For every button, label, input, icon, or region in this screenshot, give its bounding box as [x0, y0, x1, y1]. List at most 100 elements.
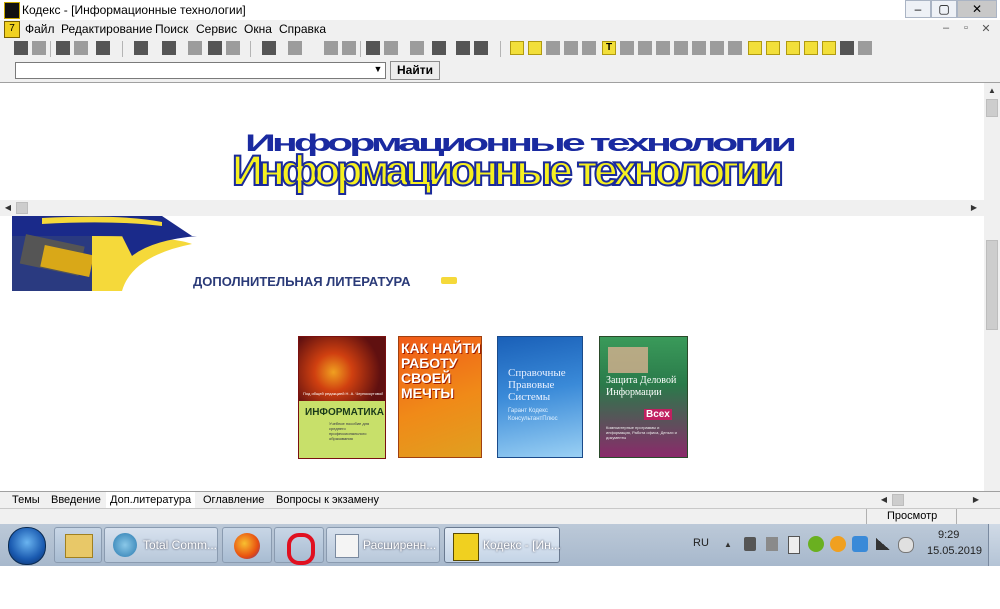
scroll-left-icon[interactable]: ◀: [0, 200, 16, 216]
toolbar-separator: [360, 41, 361, 57]
status-divider: [956, 509, 957, 525]
tabs-horizontal-scrollbar[interactable]: ◀ ▶: [876, 492, 1000, 508]
taskbar-firefox[interactable]: [222, 527, 272, 563]
tray-app-icon[interactable]: [852, 536, 868, 552]
mdi-close-button[interactable]: ✕: [976, 22, 996, 36]
window-title: Кодекс - [Информационные технологии]: [22, 3, 246, 17]
tab-exam-questions[interactable]: Вопросы к экзамену: [272, 492, 383, 508]
folder-icon[interactable]: [384, 41, 398, 55]
tab-topics[interactable]: Темы: [8, 492, 44, 508]
show-desktop-button[interactable]: [988, 524, 1000, 566]
chevron-down-icon[interactable]: ▼: [371, 62, 385, 77]
zoom-icon[interactable]: [226, 41, 240, 55]
next-icon[interactable]: [342, 41, 356, 55]
tab-introduction[interactable]: Введение: [47, 492, 105, 508]
disabled-icon: [656, 41, 670, 55]
taskbar: Total Comm... Расширенн... Кодекс - [Ин.…: [0, 524, 1000, 566]
taskbar-total-commander[interactable]: Total Comm...: [104, 527, 218, 563]
list-icon[interactable]: [456, 41, 470, 55]
clipboard-icon[interactable]: [786, 41, 800, 55]
signal-icon[interactable]: [876, 538, 890, 550]
scroll-thumb[interactable]: [16, 202, 28, 214]
find-icon[interactable]: [134, 41, 148, 55]
maximize-button[interactable]: ▢: [931, 0, 957, 18]
menu-edit[interactable]: Редактирование: [61, 22, 152, 36]
prev-icon[interactable]: [324, 41, 338, 55]
kodeks-icon: [453, 533, 479, 561]
documents-icon[interactable]: [366, 41, 380, 55]
taskbar-kodeks[interactable]: Кодекс - [Ин...: [444, 527, 561, 563]
speaker-icon[interactable]: [744, 537, 756, 551]
mdi-minimize-button[interactable]: –: [936, 22, 956, 36]
tab-additional-literature[interactable]: Доп.литература: [106, 492, 196, 508]
taskbar-explorer[interactable]: [54, 527, 102, 563]
header-vertical-scrollbar[interactable]: ▲: [984, 83, 1000, 200]
scroll-right-icon[interactable]: ▶: [966, 200, 982, 216]
save-icon[interactable]: [14, 41, 28, 55]
note-icon[interactable]: [766, 41, 780, 55]
menu-search[interactable]: Поиск: [155, 22, 188, 36]
print-icon[interactable]: [56, 41, 70, 55]
pen-icon[interactable]: [858, 41, 872, 55]
network-icon[interactable]: [898, 537, 914, 553]
magnifier-icon[interactable]: [208, 41, 222, 55]
close-button[interactable]: ✕: [957, 0, 997, 18]
tab-contents[interactable]: Оглавление: [199, 492, 268, 508]
book-subtitle: Гарант Кодекс КонсультантПлюс: [508, 408, 558, 422]
taskbar-advanced[interactable]: Расширенн...: [326, 527, 440, 563]
menu-file[interactable]: Файл: [25, 22, 55, 36]
book-cover-legal-systems[interactable]: Справочные Правовые Системы Гарант Кодек…: [497, 336, 583, 458]
battery-icon[interactable]: [788, 536, 800, 554]
content-vertical-scrollbar[interactable]: [984, 216, 1000, 491]
forward-icon[interactable]: [288, 41, 302, 55]
taskbar-opera[interactable]: [274, 527, 324, 565]
clock-date[interactable]: 15.05.2019: [927, 545, 982, 557]
copy-icon[interactable]: [32, 41, 46, 55]
mdi-restore-button[interactable]: ▫: [956, 22, 976, 36]
minimize-button[interactable]: –: [905, 0, 931, 18]
status-mode: Просмотр: [887, 510, 938, 522]
book-cover-security[interactable]: Защита Деловой Информации Всех Компьютер…: [599, 336, 688, 458]
language-indicator[interactable]: RU: [693, 537, 709, 549]
scroll-thumb[interactable]: [986, 99, 998, 117]
disabled-icon: [564, 41, 578, 55]
menu-service[interactable]: Сервис: [196, 22, 237, 36]
window-icon[interactable]: [432, 41, 446, 55]
book-cover-informatika[interactable]: Под общей редакцией Н. А. Черноскутовой …: [298, 336, 386, 459]
tray-app-icon[interactable]: [808, 536, 824, 552]
disabled-icon: [692, 41, 706, 55]
database-icon[interactable]: [804, 41, 818, 55]
bookmark-icon[interactable]: [410, 41, 424, 55]
clock-time[interactable]: 9:29: [938, 529, 959, 541]
menu-help[interactable]: Справка: [279, 22, 326, 36]
scroll-thumb[interactable]: [986, 240, 998, 330]
menu-windows[interactable]: Окна: [244, 22, 272, 36]
scroll-right-icon[interactable]: ▶: [968, 492, 984, 508]
scroll-up-icon[interactable]: ▲: [984, 83, 1000, 99]
back-icon[interactable]: [262, 41, 276, 55]
tray-icon[interactable]: [766, 537, 778, 551]
tray-expand-icon[interactable]: ▲: [724, 540, 732, 549]
search-input[interactable]: [15, 62, 386, 79]
find-next-icon[interactable]: [188, 41, 202, 55]
refresh-icon[interactable]: [96, 41, 110, 55]
archive-icon[interactable]: [822, 41, 836, 55]
scroll-thumb[interactable]: [892, 494, 904, 506]
start-button[interactable]: [8, 527, 46, 565]
document-icon[interactable]: 7: [4, 21, 20, 38]
context-help-icon[interactable]: [474, 41, 488, 55]
highlight-icon[interactable]: [748, 41, 762, 55]
text-icon[interactable]: T: [602, 41, 616, 55]
printer-icon[interactable]: [510, 41, 524, 55]
help-check-icon[interactable]: [840, 41, 854, 55]
binoculars-icon[interactable]: [162, 41, 176, 55]
header-horizontal-scrollbar[interactable]: ◀ ▶: [0, 200, 1000, 216]
scroll-left-icon[interactable]: ◀: [876, 492, 892, 508]
book-cover-job[interactable]: КАК НАЙТИ РАБОТУ СВОЕЙ МЕЧТЫ: [398, 336, 482, 458]
find-button[interactable]: Найти: [390, 61, 440, 80]
tray-app-icon[interactable]: [830, 536, 846, 552]
book-title: ИНФОРМАТИКА: [305, 407, 384, 418]
status-divider: [866, 509, 867, 525]
stack-icon[interactable]: [528, 41, 542, 55]
preview-icon[interactable]: [74, 41, 88, 55]
